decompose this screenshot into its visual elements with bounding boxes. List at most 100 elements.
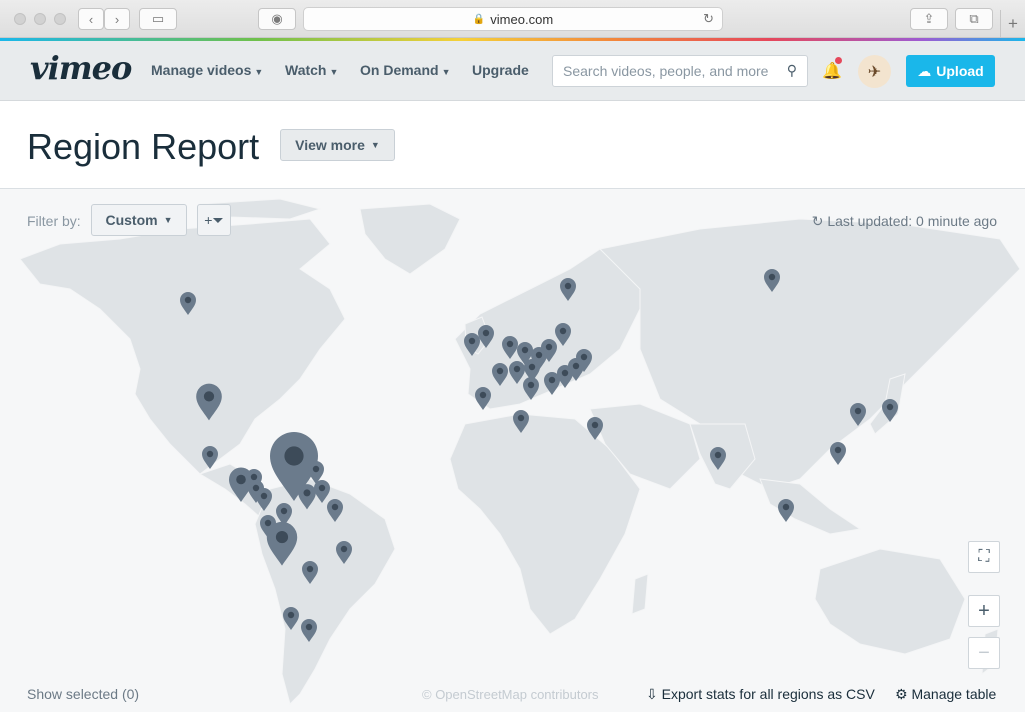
vimeo-logo[interactable]: vimeo xyxy=(30,49,132,87)
madagascar-landmass xyxy=(631,573,649,615)
marker-pin-dot xyxy=(714,451,722,459)
manage-label: Manage table xyxy=(911,686,997,702)
chevron-down-icon: ▼ xyxy=(441,67,451,77)
minimize-window-button[interactable] xyxy=(34,13,46,25)
address-bar[interactable]: 🔒 vimeo.com ↻ xyxy=(303,7,723,31)
nav-label: Upgrade xyxy=(472,62,529,78)
marker-pin-dot xyxy=(287,611,295,619)
marker-pin-dot xyxy=(559,327,567,335)
marker-pin-dot xyxy=(312,465,320,473)
minus-icon: − xyxy=(978,641,990,664)
view-more-button[interactable]: View more ▼ xyxy=(280,129,395,161)
marker-pin-dot xyxy=(250,473,258,481)
sidebar-icon: ▭ xyxy=(151,11,165,26)
marker-pin-dot xyxy=(331,503,339,511)
tabs-button[interactable]: ⧉ xyxy=(955,8,993,30)
marker-pin-dot xyxy=(318,484,326,492)
share-icon: ⇪ xyxy=(923,11,935,26)
marker-pin-dot xyxy=(854,407,862,415)
nav-label: On Demand xyxy=(360,62,439,78)
upload-label: Upload xyxy=(936,63,984,79)
marker-pin-dot xyxy=(768,273,776,281)
avatar-icon: ✈ xyxy=(867,63,882,81)
share-button[interactable]: ⇪ xyxy=(910,8,948,30)
marker-pin-dot xyxy=(834,446,842,454)
marker-pin-dot xyxy=(236,474,246,485)
nav-upgrade[interactable]: Upgrade xyxy=(472,62,529,78)
user-avatar[interactable]: ✈ xyxy=(858,55,891,88)
forward-button[interactable]: › xyxy=(104,8,130,30)
lock-icon: 🔒 xyxy=(472,13,486,25)
attribution-link[interactable]: © OpenStreetMap xyxy=(422,687,527,702)
marker-pin-dot xyxy=(782,503,790,511)
last-updated-text: Last updated: 0 minute ago xyxy=(827,213,997,229)
export-label: Export stats for all regions as CSV xyxy=(661,686,875,702)
marker-pin-dot xyxy=(561,369,569,377)
last-updated-status: ↻ Last updated: 0 minute ago xyxy=(812,213,997,230)
marker-pin-dot xyxy=(284,446,304,466)
sidebar-toggle-button[interactable]: ▭ xyxy=(139,8,177,30)
tabs-icon: ⧉ xyxy=(969,11,979,26)
marker-pin-dot xyxy=(340,545,348,553)
region-marker-icon[interactable] xyxy=(778,499,794,522)
manage-table-link[interactable]: ⚙ Manage table xyxy=(895,686,996,703)
extension-button[interactable]: ◉ xyxy=(258,8,296,30)
marker-pin-shape xyxy=(830,442,846,465)
search-icon[interactable]: ⚲ xyxy=(787,62,797,79)
marker-pin-dot xyxy=(572,362,580,370)
show-selected-toggle[interactable]: Show selected (0) xyxy=(27,686,139,702)
marker-pin-dot xyxy=(206,450,214,458)
refresh-icon[interactable]: ↻ xyxy=(812,213,824,229)
plus-icon: + xyxy=(1008,14,1018,33)
marker-pin-dot xyxy=(482,329,490,337)
marker-pin-dot xyxy=(513,365,521,373)
upload-button[interactable]: ☁ Upload xyxy=(906,55,995,87)
marker-pin-dot xyxy=(275,531,289,544)
map-attribution: © OpenStreetMap contributors xyxy=(422,687,599,702)
chevron-down-icon: ▼ xyxy=(329,67,339,77)
close-window-button[interactable] xyxy=(14,13,26,25)
marker-pin-dot xyxy=(545,343,553,351)
reload-icon[interactable]: ↻ xyxy=(703,11,714,27)
browser-toolbar: ‹ › ▭ ◉ 🔒 vimeo.com ↻ ⇪ ⧉ + xyxy=(0,0,1025,38)
zoom-window-button[interactable] xyxy=(54,13,66,25)
zoom-in-button[interactable]: + xyxy=(968,595,1000,627)
marker-pin-dot xyxy=(468,337,476,345)
marker-pin-dot xyxy=(521,346,529,354)
add-filter-button[interactable]: +⏷ xyxy=(197,204,231,236)
greenland-landmass xyxy=(359,203,461,275)
gear-icon: ⚙ xyxy=(895,686,908,702)
chevron-down-icon: ▼ xyxy=(254,67,264,77)
marker-pin-dot xyxy=(305,623,313,631)
region-map[interactable]: Filter by: Custom ▼ +⏷ ↻ Last updated: 0 … xyxy=(0,189,1025,712)
export-icon: ⇩ xyxy=(646,686,658,702)
filter-value: Custom xyxy=(105,212,158,228)
fullscreen-button[interactable]: ⛶ xyxy=(968,541,1000,573)
attribution-suffix: contributors xyxy=(526,687,599,702)
export-csv-link[interactable]: ⇩ Export stats for all regions as CSV xyxy=(646,686,875,703)
fullscreen-icon: ⛶ xyxy=(978,548,990,565)
marker-pin-shape xyxy=(778,499,794,522)
nav-on-demand[interactable]: On Demand ▼ xyxy=(360,62,451,78)
australia-landmass xyxy=(814,548,966,655)
nav-watch[interactable]: Watch ▼ xyxy=(285,62,338,78)
back-button[interactable]: ‹ xyxy=(78,8,104,30)
nav-manage-videos[interactable]: Manage videos ▼ xyxy=(151,62,263,78)
marker-pin-dot xyxy=(264,519,272,527)
notifications-bell-icon[interactable]: 🔔 xyxy=(822,61,842,81)
new-tab-button[interactable]: + xyxy=(1000,10,1025,38)
region-marker-icon[interactable] xyxy=(830,442,846,465)
chevron-left-icon: ‹ xyxy=(88,11,94,27)
filter-dropdown[interactable]: Custom ▼ xyxy=(91,204,187,236)
search-input[interactable]: Search videos, people, and more ⚲ xyxy=(552,55,808,87)
plus-icon: + xyxy=(978,599,990,622)
page-title: Region Report xyxy=(27,126,260,167)
filter-label: Filter by: xyxy=(27,213,81,229)
zoom-out-button[interactable]: − xyxy=(968,637,1000,669)
marker-pin-dot xyxy=(306,565,314,573)
marker-pin-dot xyxy=(496,367,504,375)
marker-pin-dot xyxy=(535,351,543,359)
marker-pin-dot xyxy=(591,421,599,429)
marker-pin-dot xyxy=(886,403,894,411)
marker-pin-dot xyxy=(580,353,588,361)
